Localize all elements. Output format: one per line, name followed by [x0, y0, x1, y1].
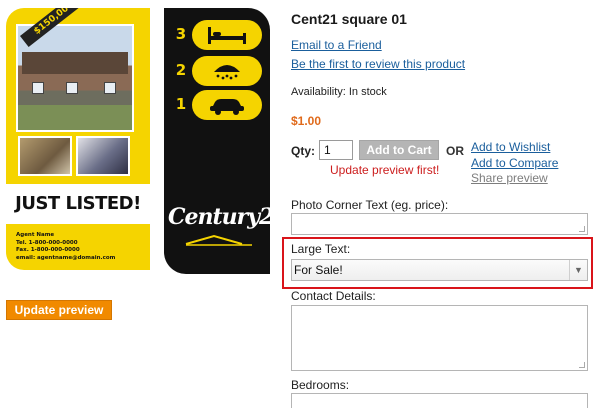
garages-count: 1 — [175, 95, 187, 113]
garages-feature — [192, 90, 262, 120]
agent-fax: Fax. 1-800-000-0000 — [16, 247, 80, 253]
qty-input[interactable] — [319, 140, 353, 160]
large-text-selected: For Sale! — [294, 263, 343, 277]
bathrooms-count: 2 — [175, 61, 187, 79]
agent-email: email: agentname@domain.com — [16, 254, 116, 261]
agent-details: Agent Name Tel. 1-800-000-0000 Fax. 1-80… — [16, 232, 115, 262]
update-preview-button[interactable]: Update preview — [6, 300, 112, 320]
house-roof-icon — [185, 234, 252, 246]
interior-photo-2 — [76, 136, 130, 176]
flyer-preview-card: $150,000+ JUST LISTED! Agent Name Tel. 1… — [6, 8, 150, 270]
just-listed-banner: JUST LISTED! — [6, 184, 150, 224]
add-to-compare-link[interactable]: Add to Compare — [471, 156, 558, 170]
product-price: $1.00 — [291, 114, 322, 128]
product-title: Cent21 square 01 — [291, 11, 407, 27]
photo-corner-label: Photo Corner Text (eg. price): — [291, 198, 449, 212]
photo-corner-input[interactable] — [291, 213, 588, 235]
bedrooms-label: Bedrooms: — [291, 378, 350, 392]
email-friend-link[interactable]: Email to a Friend — [291, 38, 382, 52]
review-link[interactable]: Be the first to review this product — [291, 57, 465, 71]
or-label: OR — [446, 144, 464, 158]
chevron-down-icon[interactable]: ▼ — [569, 260, 587, 280]
contact-details-label: Contact Details: — [291, 289, 376, 303]
large-text-select[interactable]: For Sale! ▼ — [291, 259, 588, 281]
century21-logo: Century21 — [168, 204, 270, 254]
availability-status: Availability: In stock — [291, 86, 387, 98]
bedrooms-input[interactable] — [291, 393, 588, 408]
add-to-cart-button[interactable]: Add to Cart — [359, 140, 439, 160]
bed-icon — [208, 27, 246, 44]
bedrooms-count: 3 — [175, 25, 187, 43]
qty-label: Qty: — [291, 144, 315, 158]
interior-photo-1 — [18, 136, 72, 176]
shower-icon — [214, 65, 240, 80]
agent-tel: Tel. 1-800-000-0000 — [16, 239, 78, 246]
agent-name: Agent Name — [16, 232, 55, 238]
bedrooms-feature — [192, 20, 262, 50]
update-notice: Update preview first! — [330, 163, 440, 177]
share-preview-link[interactable]: Share preview — [471, 171, 548, 185]
add-to-wishlist-link[interactable]: Add to Wishlist — [471, 140, 550, 154]
logo-text: Century21 — [168, 204, 270, 230]
bathrooms-feature — [192, 56, 262, 86]
contact-details-textarea[interactable] — [291, 305, 588, 371]
flyer-brand-panel: 3 2 1 Century21 — [164, 8, 270, 274]
car-icon — [210, 99, 244, 115]
